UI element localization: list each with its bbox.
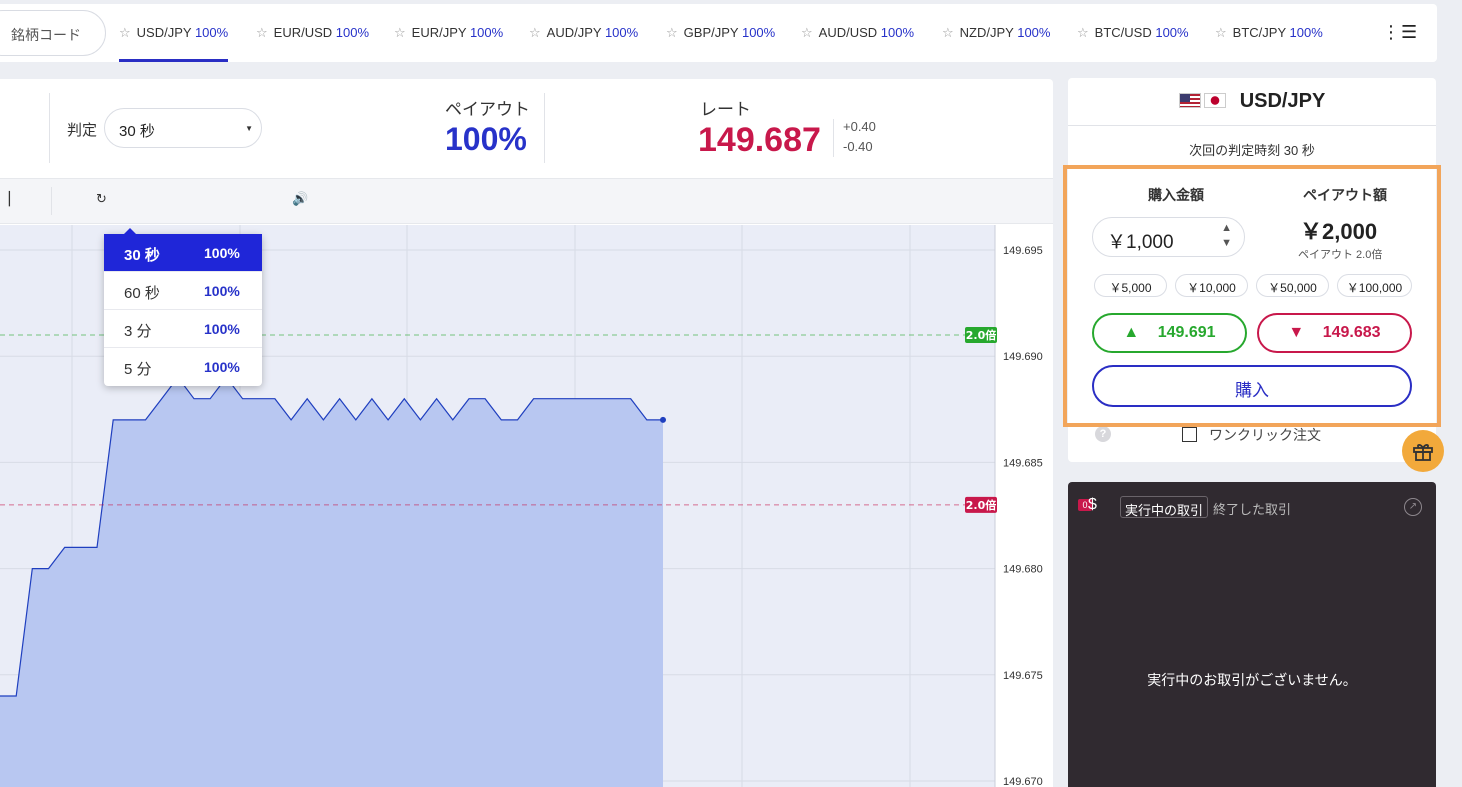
tab-pair: GBP/JPY [683, 25, 739, 40]
rate-spread-minus: -0.40 [843, 139, 873, 154]
oneclick-label: ワンクリック注文 [1209, 427, 1321, 443]
chart-type-icon[interactable]: ▕ [0, 191, 10, 207]
rate-value: 149.687 [698, 121, 821, 159]
order-highlight-frame [1063, 165, 1441, 427]
judge-option-time: 30 秒 [124, 247, 160, 264]
divider [49, 93, 50, 163]
tab-aud-usd[interactable]: ☆ AUD/USD 100% [801, 4, 914, 62]
symbol-search-input[interactable]: 銘柄コード [0, 10, 106, 56]
y-tick-label: 149.670 [1003, 776, 1043, 787]
tab-payout: 100% [741, 25, 776, 40]
star-icon[interactable]: ☆ [666, 25, 678, 40]
divider [544, 93, 545, 163]
tab-btc-usd[interactable]: ☆ BTC/USD 100% [1077, 4, 1189, 62]
us-flag-icon [1178, 93, 1201, 108]
tab-gbp-jpy[interactable]: ☆ GBP/JPY 100% [666, 4, 775, 62]
judge-time-dropdown: 30 秒 100% 60 秒 100% 3 分 100% 5 分 100% [104, 228, 262, 386]
chevron-down-icon: ▼ [245, 124, 253, 133]
gift-icon[interactable] [1402, 430, 1444, 472]
tab-payout: 100% [1289, 25, 1323, 40]
rate-label: レート [700, 100, 751, 119]
no-positions-message: 実行中のお取引がございません。 [1147, 672, 1357, 688]
tab-eur-usd[interactable]: ☆ EUR/USD 100% [256, 4, 369, 62]
positions-panel: 0 $ 実行中の取引 終了した取引 ↗ 実行中のお取引がございません。 [1068, 482, 1436, 787]
tab-payout: 100% [604, 25, 639, 40]
oneclick-checkbox[interactable] [1182, 427, 1197, 442]
tab-eur-jpy[interactable]: ☆ EUR/JPY 100% [394, 4, 503, 62]
help-icon[interactable]: ? [1095, 426, 1111, 442]
judge-option-time: 3 分 [124, 323, 152, 340]
tab-payout: 100% [335, 25, 370, 40]
star-icon[interactable]: ☆ [256, 25, 268, 40]
judge-option-payout: 100% [204, 283, 240, 299]
judge-label: 判定 [67, 122, 98, 139]
judge-time-select[interactable]: 30 秒 ▼ [104, 108, 262, 148]
judge-option-payout: 100% [204, 245, 240, 261]
tab-finished-trades[interactable]: 終了した取引 [1213, 499, 1291, 518]
y-tick-label: 149.685 [1003, 457, 1043, 469]
judge-option-payout: 100% [204, 359, 240, 375]
dollar-cycle-icon: $ [1088, 496, 1097, 513]
tab-pair: EUR/USD [273, 25, 333, 40]
tab-running-trades[interactable]: 実行中の取引 [1120, 496, 1209, 518]
star-icon[interactable]: ☆ [394, 25, 406, 40]
y-tick-label: 149.695 [1003, 245, 1043, 257]
star-icon[interactable]: ☆ [529, 25, 541, 40]
y-tick-label: 149.675 [1003, 670, 1043, 682]
lower-target-line-label: 2.0倍 [966, 498, 997, 512]
tab-pair: NZD/JPY [959, 25, 1014, 40]
tab-payout: 100% [1155, 25, 1189, 40]
payout-label: ペイアウト [445, 100, 530, 119]
tab-pair: EUR/JPY [411, 25, 467, 40]
tab-pair: AUD/USD [818, 25, 878, 40]
pair-tab-bar: 銘柄コード ☆ USD/JPY 100% ☆ EUR/USD 100% ☆ EUR/JPY… [0, 4, 1437, 62]
current-price-dot [660, 416, 666, 423]
payout-value: 100% [445, 121, 527, 157]
sound-icon[interactable]: 🔊 [292, 191, 308, 207]
star-icon[interactable]: ☆ [1077, 25, 1089, 40]
star-icon[interactable]: ☆ [942, 25, 954, 40]
tab-payout: 100% [1017, 25, 1051, 40]
star-icon[interactable]: ☆ [119, 25, 131, 40]
divider [833, 119, 834, 157]
trade-main-panel: 判定 30 秒 ▼ ペイアウト 100% レート 149.687 +0.40 -… [0, 79, 1053, 787]
tab-nzd-jpy[interactable]: ☆ NZD/JPY 100% [942, 4, 1050, 62]
judge-option[interactable]: 5 分 100% [104, 348, 262, 386]
tab-payout: 100% [469, 25, 504, 40]
tab-pair: AUD/JPY [546, 25, 602, 40]
tab-payout: 100% [880, 25, 915, 40]
jp-flag-icon [1203, 93, 1226, 108]
tab-usd-jpy[interactable]: ☆ USD/JPY 100% [119, 4, 229, 62]
upper-target-line-label: 2.0倍 [966, 328, 997, 342]
menu-icon[interactable]: ⋮☰ [1382, 22, 1418, 43]
judge-option[interactable]: 3 分 100% [104, 310, 262, 348]
judge-option-time: 60 秒 [124, 285, 160, 302]
chart-toolbar [0, 178, 1053, 224]
judge-option-time: 5 分 [124, 361, 152, 378]
order-pair-title: USD/JPY [1068, 90, 1436, 113]
tab-payout: 100% [194, 25, 229, 40]
judge-option[interactable]: 30 秒 100% [104, 234, 262, 272]
tab-pair: BTC/JPY [1232, 25, 1286, 40]
judge-option-payout: 100% [204, 321, 240, 337]
next-judge-time: 次回の判定時刻 30 秒 [1189, 143, 1315, 158]
tab-pair: USD/JPY [136, 25, 192, 40]
y-tick-label: 149.690 [1003, 351, 1043, 363]
divider [51, 187, 52, 215]
star-icon[interactable]: ☆ [801, 25, 813, 40]
refresh-icon[interactable]: ↻ [96, 191, 107, 207]
oneclick-order-toggle[interactable]: ワンクリック注文 [1182, 425, 1321, 445]
tab-aud-jpy[interactable]: ☆ AUD/JPY 100% [529, 4, 638, 62]
order-pair-name: USD/JPY [1239, 90, 1326, 112]
tab-pair: BTC/USD [1094, 25, 1152, 40]
rate-spread-plus: +0.40 [843, 119, 876, 134]
external-link-icon[interactable]: ↗ [1404, 498, 1422, 516]
judge-time-value: 30 秒 [119, 123, 155, 140]
judge-option[interactable]: 60 秒 100% [104, 272, 262, 310]
tab-btc-jpy[interactable]: ☆ BTC/JPY 100% [1215, 4, 1323, 62]
divider [1068, 125, 1436, 126]
star-icon[interactable]: ☆ [1215, 25, 1227, 40]
y-tick-label: 149.680 [1003, 564, 1043, 576]
